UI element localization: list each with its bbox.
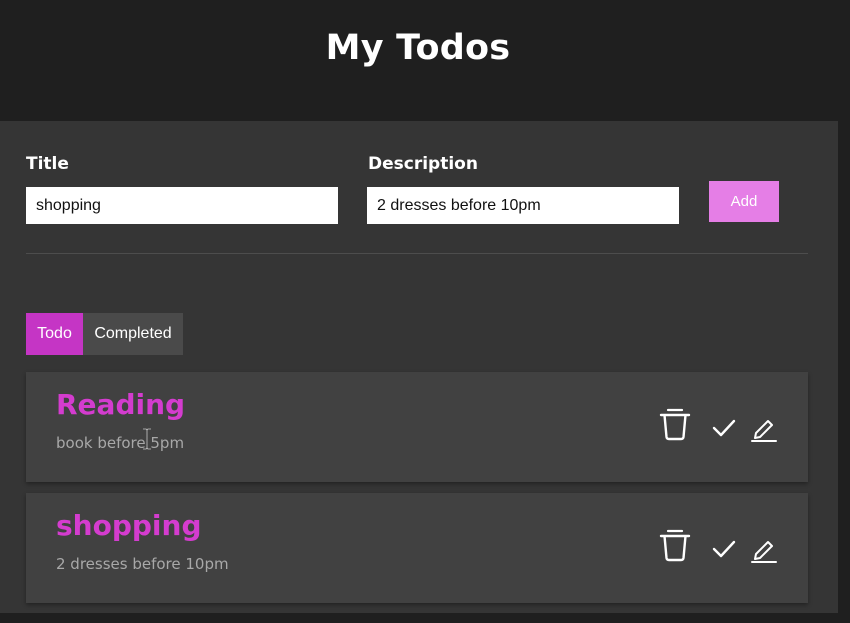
check-icon[interactable] <box>712 539 736 563</box>
todo-item: Reading book before 5pm <box>26 372 808 482</box>
todo-title: shopping <box>56 509 202 542</box>
todo-panel: Title Description Add Todo Completed Rea… <box>0 121 838 613</box>
pencil-icon[interactable] <box>751 537 777 567</box>
todo-item: shopping 2 dresses before 10pm <box>26 493 808 603</box>
page-footer-strip <box>0 613 850 623</box>
description-label: Description <box>368 154 478 174</box>
trash-icon[interactable] <box>658 527 692 567</box>
text-cursor-icon <box>142 428 152 454</box>
divider <box>26 253 808 254</box>
title-label: Title <box>26 154 69 174</box>
description-input[interactable] <box>367 187 679 224</box>
todo-description: book before 5pm <box>56 434 185 452</box>
tab-completed[interactable]: Completed <box>83 313 183 355</box>
trash-icon[interactable] <box>658 406 692 446</box>
todo-title: Reading <box>56 388 186 421</box>
title-input[interactable] <box>26 187 338 224</box>
check-icon[interactable] <box>712 418 736 442</box>
add-button[interactable]: Add <box>709 181 779 222</box>
page-header: My Todos <box>0 0 850 121</box>
todo-description: 2 dresses before 10pm <box>56 555 229 573</box>
page-title: My Todos <box>325 28 511 68</box>
pencil-icon[interactable] <box>751 416 777 446</box>
tab-todo[interactable]: Todo <box>26 313 83 355</box>
